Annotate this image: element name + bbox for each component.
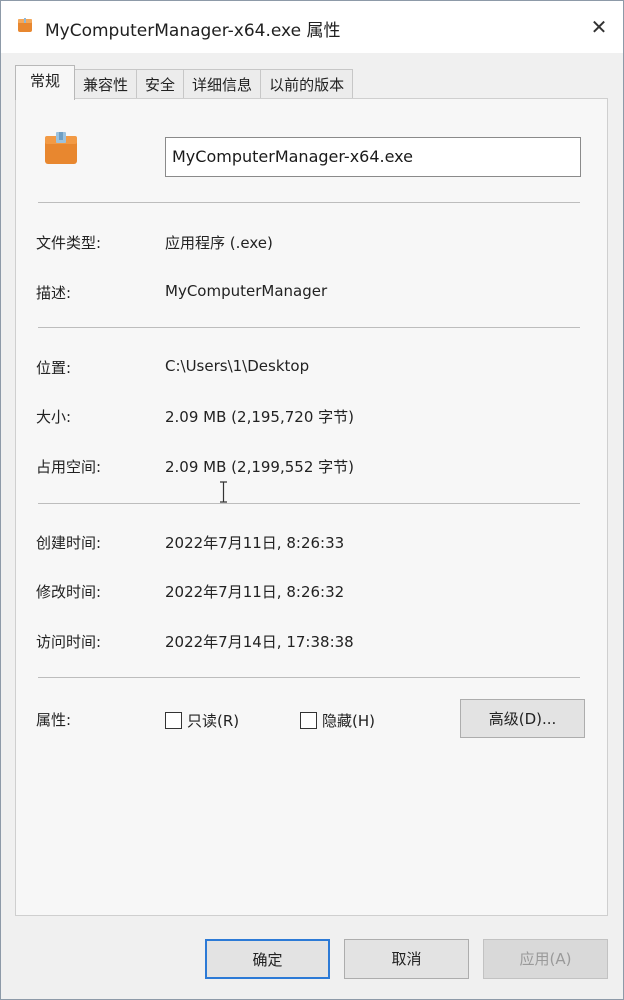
modified-value: 2022年7月11日, 8:26:32	[165, 583, 345, 601]
location-label: 位置:	[36, 359, 72, 377]
title-bar: MyComputerManager-x64.exe 属性 ✕	[1, 1, 623, 53]
tab-security[interactable]: 安全	[136, 69, 185, 100]
checkbox-box[interactable]	[300, 712, 317, 729]
description-label: 描述:	[36, 284, 72, 302]
tab-bar: 常规 兼容性 安全 详细信息 以前的版本	[15, 65, 354, 100]
hidden-checkbox[interactable]: 隐藏(H)	[300, 710, 375, 731]
size-label: 大小:	[36, 408, 72, 426]
readonly-label: 只读(R)	[187, 712, 240, 730]
cancel-button[interactable]: 取消	[344, 939, 469, 979]
ok-button[interactable]: 确定	[205, 939, 330, 979]
general-panel: 文件类型: 应用程序 (.exe) 描述: MyComputerManager …	[15, 98, 608, 916]
file-type-value: 应用程序 (.exe)	[165, 234, 273, 252]
text-cursor-icon	[220, 481, 227, 503]
divider	[38, 327, 580, 328]
divider	[38, 677, 580, 678]
disk-size-value: 2.09 MB (2,199,552 字节)	[165, 458, 354, 476]
apply-button[interactable]: 应用(A)	[483, 939, 608, 979]
divider	[38, 202, 580, 203]
location-value: C:\Users\1\Desktop	[165, 357, 310, 375]
attributes-label: 属性:	[36, 711, 72, 729]
close-icon: ✕	[590, 15, 608, 39]
hidden-label: 隐藏(H)	[322, 712, 375, 730]
accessed-label: 访问时间:	[36, 633, 102, 651]
accessed-value: 2022年7月14日, 17:38:38	[165, 633, 354, 651]
modified-label: 修改时间:	[36, 583, 102, 601]
tab-compatibility[interactable]: 兼容性	[74, 69, 138, 100]
file-name-field[interactable]	[165, 137, 581, 177]
checkbox-box[interactable]	[165, 712, 182, 729]
tab-details[interactable]: 详细信息	[183, 69, 262, 100]
tab-previous-versions[interactable]: 以前的版本	[260, 69, 354, 100]
description-value: MyComputerManager	[165, 282, 328, 300]
advanced-button[interactable]: 高级(D)...	[460, 699, 585, 738]
package-icon	[45, 132, 77, 164]
created-value: 2022年7月11日, 8:26:33	[165, 534, 345, 552]
file-type-label: 文件类型:	[36, 234, 102, 252]
window-title: MyComputerManager-x64.exe 属性	[45, 21, 341, 41]
disk-size-label: 占用空间:	[36, 458, 102, 476]
size-value: 2.09 MB (2,195,720 字节)	[165, 408, 354, 426]
properties-dialog: MyComputerManager-x64.exe 属性 ✕ 常规 兼容性 安全…	[0, 0, 624, 1000]
divider	[38, 503, 580, 504]
created-label: 创建时间:	[36, 534, 102, 552]
package-icon	[18, 18, 32, 32]
close-button[interactable]: ✕	[581, 9, 617, 45]
tab-general[interactable]: 常规	[15, 65, 76, 100]
readonly-checkbox[interactable]: 只读(R)	[165, 710, 239, 731]
